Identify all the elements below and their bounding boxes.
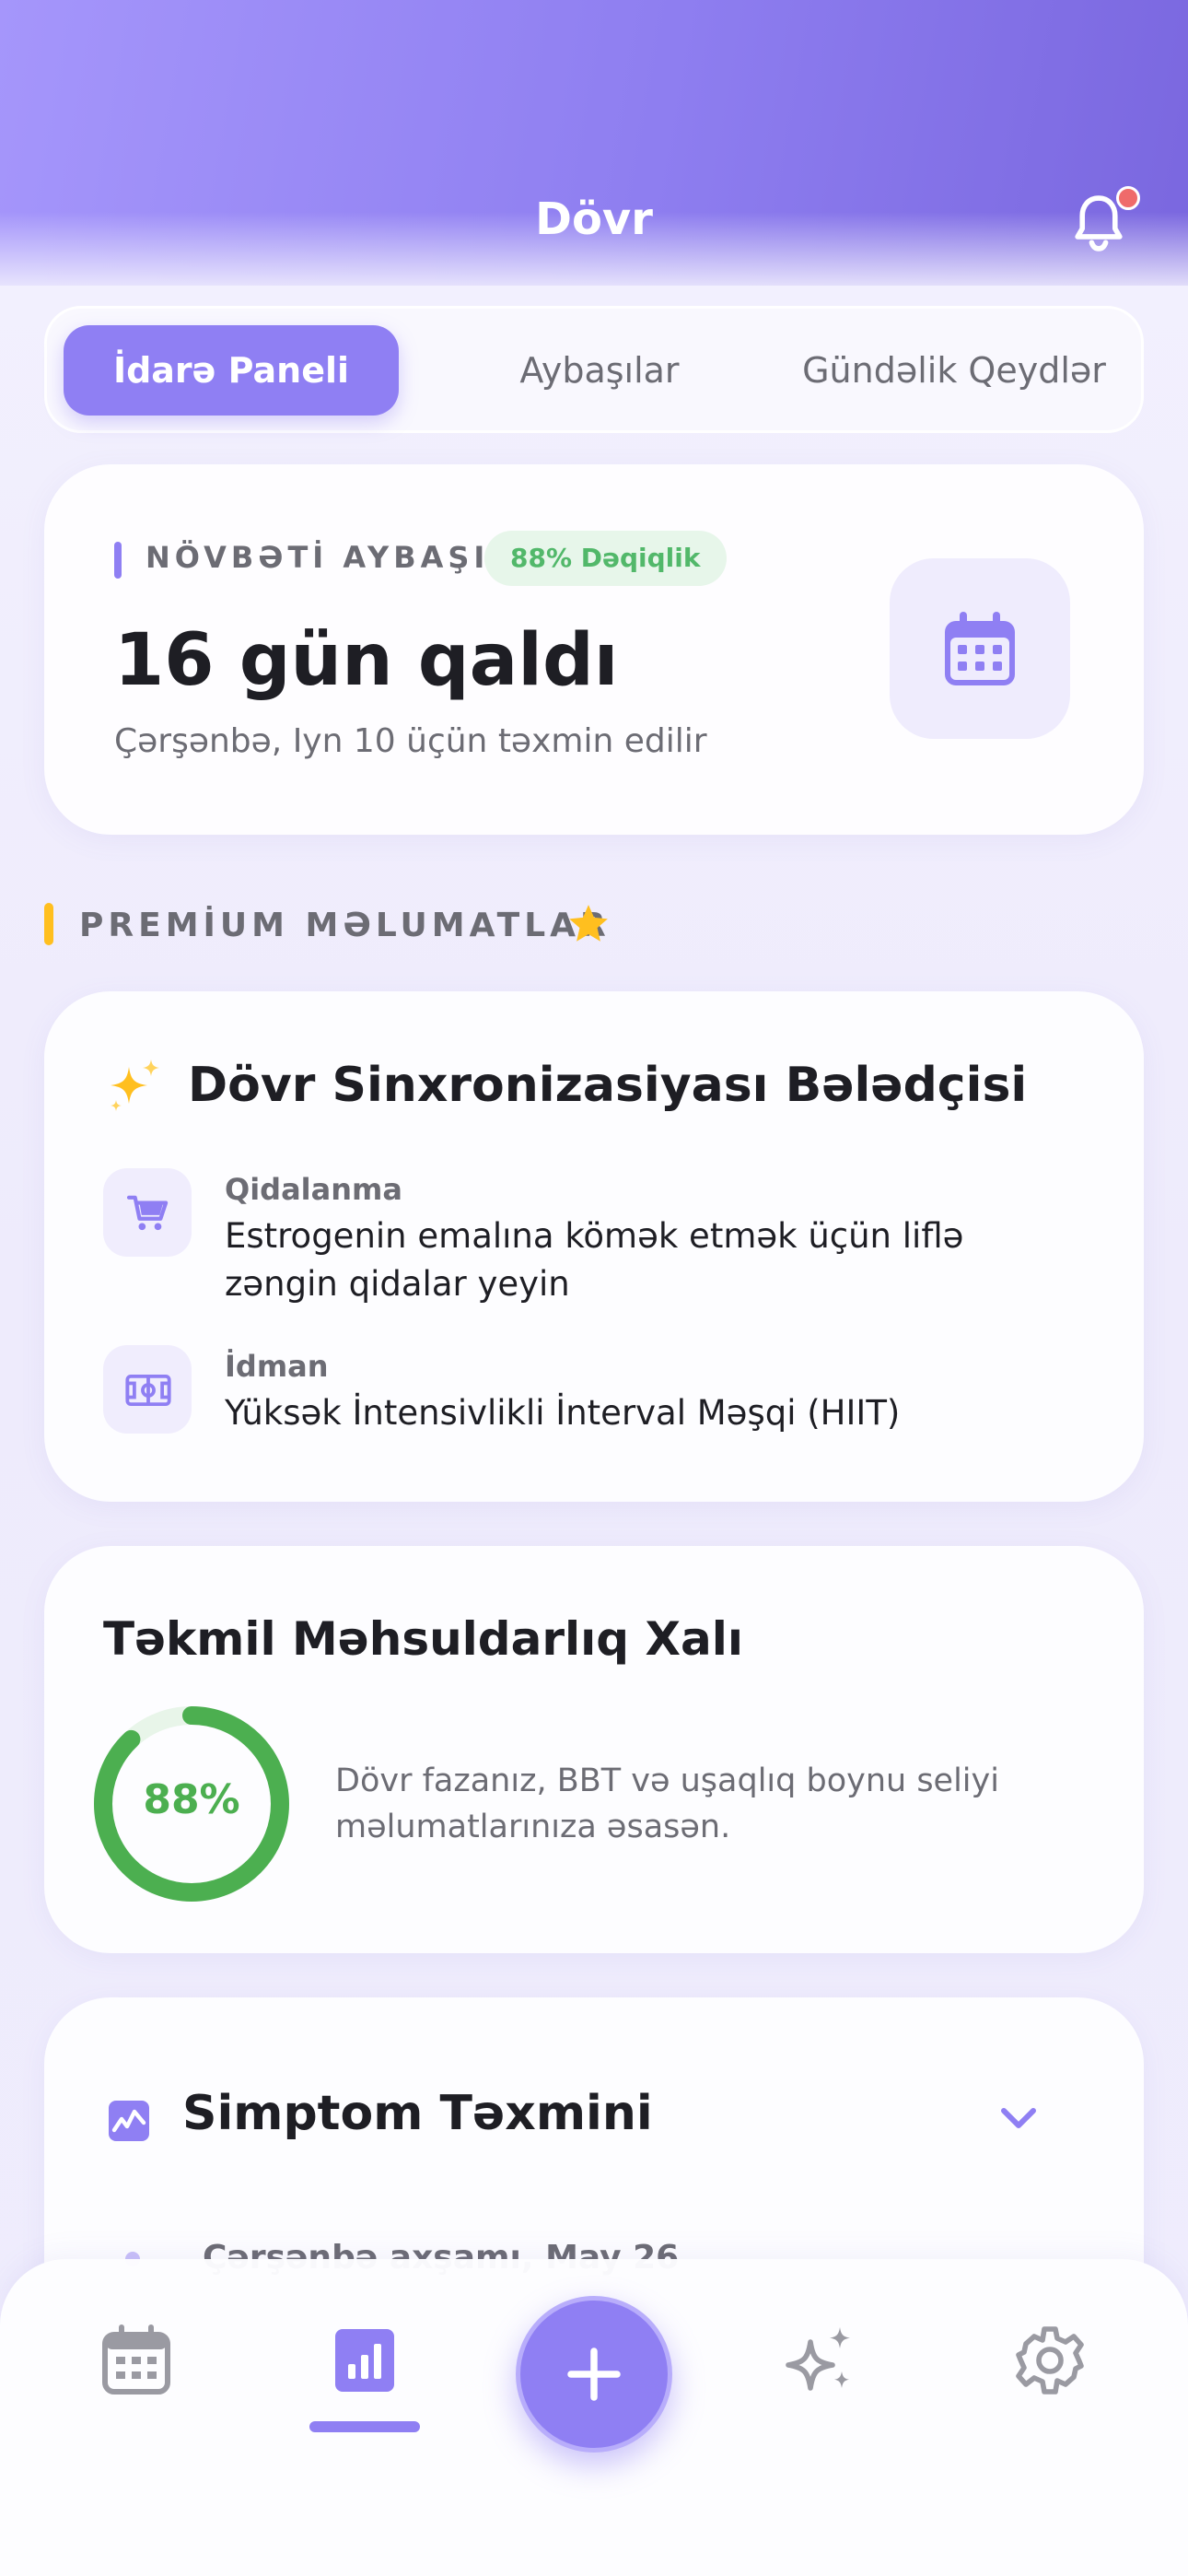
tab-daily-logs[interactable]: Gündəlik Qeydlər: [775, 325, 1134, 416]
days-left: 16 gün qaldı: [114, 619, 619, 702]
bottom-nav: [0, 2259, 1188, 2576]
tab-bar: İdarə Paneli Aybaşılar Gündəlik Qeydlər: [44, 306, 1144, 433]
productivity-title: Təkmil Məhsuldarlıq Xalı: [103, 1612, 744, 1666]
cycle-guide-title: Dövr Sinxronizasiyası Bələdçisi: [188, 1058, 1028, 1113]
nutrition-heading: Qidalanma: [225, 1172, 402, 1207]
prediction-text: Çərşənbə, Iyn 10 üçün təxmin edilir: [114, 722, 707, 760]
add-icon: [567, 2348, 621, 2401]
calendar-icon-box: [890, 558, 1070, 739]
sparkle-icon: [111, 1060, 159, 1111]
exercise-heading: İdman: [225, 1349, 329, 1384]
premium-section-label: PREMİUM MƏLUMATLAR: [79, 907, 611, 944]
exercise-icon-box: [103, 1345, 192, 1434]
stats-icon[interactable]: [328, 2324, 402, 2397]
next-period-card[interactable]: NÖVBƏTİ AYBAŞI 88% Dəqiqlik 16 gün qaldı…: [44, 464, 1144, 835]
star-icon: [569, 905, 608, 942]
nutrition-icon-box: [103, 1168, 192, 1257]
calendar-icon[interactable]: [99, 2324, 173, 2397]
tab-dashboard[interactable]: İdarə Paneli: [64, 325, 399, 416]
score-value: 88%: [143, 1776, 240, 1823]
tab-periods[interactable]: Aybaşılar: [434, 325, 765, 416]
sparkle-icon[interactable]: [785, 2324, 858, 2397]
exercise-text: Yüksək İntensivlikli İnterval Məşqi (HII…: [225, 1393, 901, 1433]
accuracy-badge: 88% Dəqiqlik: [484, 531, 727, 586]
notification-dot: [1116, 186, 1140, 210]
page-title: Dövr: [535, 193, 653, 245]
next-period-label: NÖVBƏTİ AYBAŞI: [146, 540, 490, 575]
active-tab-indicator: [309, 2421, 420, 2432]
productivity-score-card: Təkmil Məhsuldarlıq Xalı 88% Dövr fazanı…: [44, 1546, 1144, 1953]
chevron-down-icon[interactable]: [998, 2104, 1039, 2132]
cycle-guide-card: Dövr Sinxronizasiyası Bələdçisi Qidalanm…: [44, 991, 1144, 1502]
nutrition-text: Estrogenin emalına kömək etmək üçün lifl…: [225, 1216, 964, 1304]
chart-icon: [109, 2101, 149, 2141]
add-button[interactable]: [516, 2296, 672, 2453]
settings-icon[interactable]: [1013, 2324, 1087, 2397]
premium-accent-bar: [44, 903, 53, 945]
cart-icon: [127, 1195, 169, 1231]
accent-bar: [114, 542, 122, 579]
calendar-icon: [945, 612, 1015, 685]
productivity-description: Dövr fazanız, BBT və uşaqlıq boynu seliy…: [335, 1762, 999, 1845]
training-icon: [125, 1375, 171, 1406]
symptom-title: Simptom Təxmini: [182, 2086, 653, 2141]
